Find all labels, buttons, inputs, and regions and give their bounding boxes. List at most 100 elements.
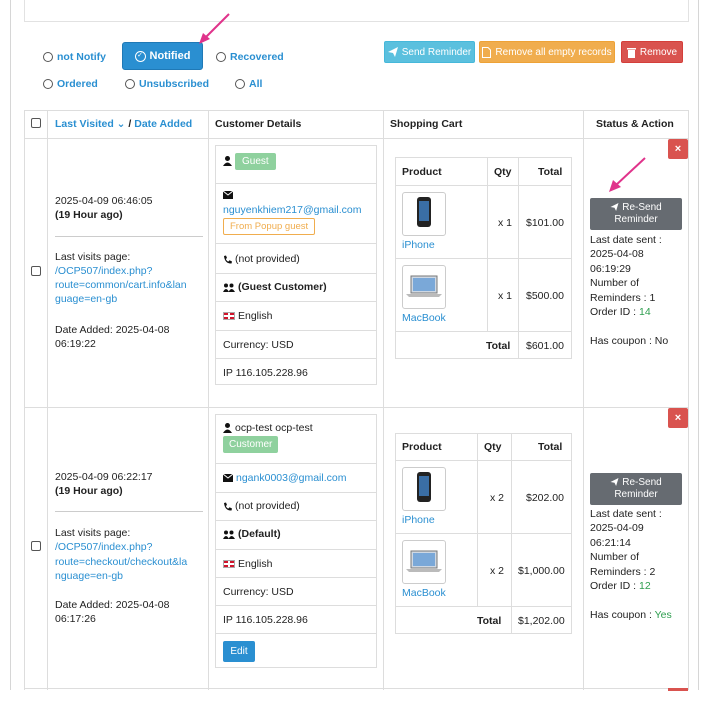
cart-divider — [395, 185, 572, 186]
last-visit-link[interactable]: /OCP507/index.php? — [55, 541, 152, 553]
filter-unsubscribed[interactable]: Unsubscribed — [125, 78, 209, 90]
product-link[interactable]: MacBook — [402, 587, 446, 599]
delete-row-button[interactable]: × — [668, 139, 688, 159]
page-frame-right — [698, 0, 699, 690]
users-icon — [223, 283, 235, 292]
resend-reminder-button[interactable]: Re-Send Reminder — [590, 198, 682, 230]
order-id-label: Order ID : — [590, 306, 637, 318]
resend-label-2: Reminder — [614, 214, 658, 225]
customer-language-value: English — [238, 310, 273, 322]
last-date-sent-date: 2025-04-08 — [590, 248, 644, 260]
order-id-label: Order ID : — [590, 580, 637, 592]
filter-recovered[interactable]: Recovered — [216, 51, 284, 63]
edit-customer-button[interactable]: Edit — [223, 641, 255, 662]
send-reminder-label: Send Reminder — [401, 46, 472, 58]
product-image-macbook[interactable] — [402, 265, 446, 309]
user-icon — [223, 156, 232, 166]
row-ago: (19 Hour ago) — [55, 209, 123, 221]
customer-box-divider — [215, 520, 377, 521]
customer-box-divider — [215, 605, 377, 606]
iphone-product-image — [417, 197, 431, 227]
remove-empty-records-button[interactable]: Remove all empty records — [479, 41, 615, 63]
customer-phone-value: (not provided) — [235, 500, 300, 512]
product-image-macbook[interactable] — [402, 540, 446, 584]
order-id-value: 12 — [639, 580, 651, 592]
radio-circle[interactable] — [216, 52, 226, 62]
date-added: Date Added: 2025-04-08 — [55, 324, 170, 336]
filter-all[interactable]: All — [235, 78, 262, 90]
paper-plane-icon — [610, 478, 619, 487]
cart-col-line — [477, 433, 478, 606]
resend-reminder-button[interactable]: Re-Send Reminder — [590, 473, 682, 505]
cart-divider — [395, 331, 572, 332]
last-visit-link[interactable]: /OCP507/index.php? — [55, 265, 152, 277]
row-select-checkbox[interactable] — [31, 541, 41, 551]
radio-circle[interactable] — [125, 79, 135, 89]
customer-currency: Currency: USD — [223, 339, 294, 351]
table-col-line — [24, 110, 25, 690]
has-coupon-label: Has coupon : — [590, 335, 652, 347]
filter-ordered[interactable]: Ordered — [43, 78, 98, 90]
customer-phone: (not provided) — [223, 253, 300, 265]
customer-box-divider — [215, 330, 377, 331]
product-image-iphone[interactable] — [402, 192, 446, 236]
remove-button[interactable]: Remove — [621, 41, 683, 63]
customer-box-divider — [215, 301, 377, 302]
chevron-down-icon[interactable]: ⌄ — [117, 118, 126, 130]
last-visit-link[interactable]: route=checkout/checkout&la — [55, 556, 187, 568]
sort-last-visited-link[interactable]: Last Visited — [55, 118, 114, 130]
customer-group-value: (Default) — [238, 528, 281, 540]
reminders-count: Reminders : 1 — [590, 292, 656, 304]
table-col-line — [583, 110, 584, 690]
customer-email: ngank0003@gmail.com — [223, 472, 346, 484]
filter-not-notify-label: not Notify — [57, 51, 106, 63]
customer-phone: (not provided) — [223, 500, 300, 512]
cart-header-qty: Qty — [484, 441, 502, 453]
filter-not-notify[interactable]: not Notify — [43, 51, 106, 63]
product-link[interactable]: MacBook — [402, 312, 446, 324]
cart-header-qty: Qty — [494, 166, 512, 178]
customer-group-value: (Guest Customer) — [238, 281, 327, 293]
table-header-divider — [24, 138, 689, 139]
customer-box-divider — [215, 492, 377, 493]
row-select-checkbox[interactable] — [31, 266, 41, 276]
customer-language: English — [223, 558, 272, 570]
cart-total-label: Total — [477, 615, 502, 627]
resend-label-2: Reminder — [614, 489, 658, 500]
customer-phone-value: (not provided) — [235, 253, 300, 265]
customer-name: ocp-test ocp-test — [223, 422, 313, 434]
last-visit-link[interactable]: nguage=en-gb — [55, 570, 123, 582]
header-customer-details: Customer Details — [215, 118, 302, 130]
table-col-line — [208, 110, 209, 690]
customer-email-link[interactable]: ngank0003@gmail.com — [236, 472, 346, 484]
remove-empty-records-label: Remove all empty records — [495, 46, 612, 58]
next-row-delete-button-edge[interactable] — [668, 688, 688, 691]
cart-total-value: $1,202.00 — [518, 615, 565, 627]
radio-circle[interactable] — [235, 79, 245, 89]
last-visit-link[interactable]: guage=en-gb — [55, 293, 117, 305]
filter-notified-button[interactable]: ✓ Notified — [122, 42, 203, 70]
number-of-label: Number of — [590, 277, 640, 289]
product-qty: x 1 — [498, 217, 513, 229]
macbook-product-image — [406, 550, 442, 572]
radio-circle[interactable] — [43, 52, 53, 62]
row-divider — [55, 236, 203, 237]
customer-email-link[interactable]: nguyenkhiem217@gmail.com — [223, 204, 361, 216]
delete-row-button[interactable]: × — [668, 408, 688, 428]
page-frame-left — [10, 0, 11, 690]
last-date-sent-date: 2025-04-09 — [590, 522, 644, 534]
product-image-iphone[interactable] — [402, 467, 446, 511]
customer-box-divider — [215, 358, 377, 359]
select-all-checkbox[interactable] — [31, 118, 41, 128]
last-visit-link[interactable]: route=common/cart.info&lan — [55, 279, 187, 291]
customer-box-divider — [215, 463, 377, 464]
send-reminder-button[interactable]: Send Reminder — [384, 41, 475, 63]
product-link[interactable]: iPhone — [402, 239, 435, 251]
radio-circle[interactable] — [43, 79, 53, 89]
last-date-sent-time: 06:21:14 — [590, 537, 631, 549]
users-icon — [223, 530, 235, 539]
cart-divider — [395, 258, 572, 259]
sort-date-added-link[interactable]: Date Added — [134, 118, 192, 130]
product-qty: x 2 — [490, 492, 505, 504]
product-link[interactable]: iPhone — [402, 514, 435, 526]
